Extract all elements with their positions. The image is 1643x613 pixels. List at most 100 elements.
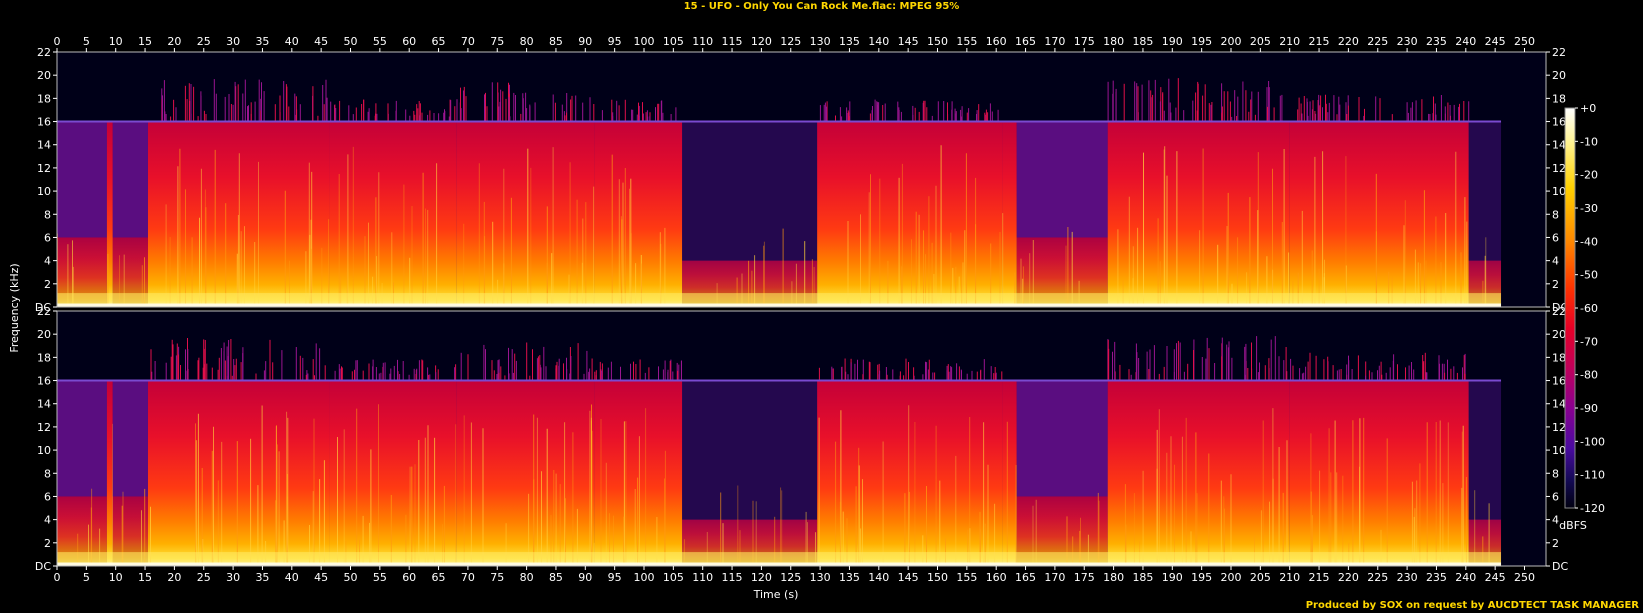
energy-segment <box>456 380 595 566</box>
y-tick-label: 14 <box>1552 139 1566 152</box>
energy-segment <box>1107 380 1290 566</box>
x-tick-label: 225 <box>1367 35 1388 48</box>
y-tick-label: 8 <box>44 467 51 480</box>
x-tick-label: 45 <box>314 35 328 48</box>
x-tick-label: 210 <box>1279 571 1300 584</box>
x-tick-label: 195 <box>1191 571 1212 584</box>
weak-segment-upper <box>1016 380 1108 497</box>
x-tick-label: 200 <box>1221 571 1242 584</box>
x-tick-label: 220 <box>1338 571 1359 584</box>
energy-segment <box>594 121 683 307</box>
colorbar-tick-label: -20 <box>1580 169 1598 182</box>
x-tick-label: 185 <box>1132 35 1153 48</box>
x-tick-label: 240 <box>1455 35 1476 48</box>
x-tick-label: 65 <box>432 35 446 48</box>
x-tick-label: 110 <box>692 35 713 48</box>
energy-segment <box>1289 121 1469 307</box>
y-tick-label: 22 <box>1552 305 1566 318</box>
y-tick-label: 8 <box>1552 208 1559 221</box>
weak-segment-upper <box>682 121 818 261</box>
colorbar-tick-label: -120 <box>1580 502 1605 515</box>
colorbar-tick-label: -60 <box>1580 302 1598 315</box>
x-tick-label: 115 <box>722 571 743 584</box>
y-tick-label: 14 <box>37 398 51 411</box>
x-tick-label: 230 <box>1397 35 1418 48</box>
colorbar-tick-label: +0 <box>1580 102 1596 115</box>
y-tick-label: 20 <box>1552 328 1566 341</box>
energy-segment <box>106 380 113 566</box>
x-tick-label: 30 <box>226 571 240 584</box>
x-tick-label: 245 <box>1485 35 1506 48</box>
x-tick-label: 0 <box>54 571 61 584</box>
y-tick-label: 16 <box>1552 116 1566 129</box>
x-tick-label: 160 <box>986 35 1007 48</box>
x-tick-label: 145 <box>898 571 919 584</box>
y-tick-label: 18 <box>1552 351 1566 364</box>
x-tick-label: 95 <box>608 35 622 48</box>
weak-segment-upper <box>57 380 107 497</box>
y-tick-label: 12 <box>37 162 51 175</box>
x-tick-label: 85 <box>549 571 563 584</box>
x-tick-label: 85 <box>549 35 563 48</box>
y-tick-label: 20 <box>37 69 51 82</box>
y-tick-label: 2 <box>44 278 51 291</box>
x-tick-label: 205 <box>1250 571 1271 584</box>
x-tick-label: 130 <box>810 35 831 48</box>
x-tick-label: 160 <box>986 571 1007 584</box>
y-tick-label: 2 <box>44 537 51 550</box>
x-tick-label: 155 <box>956 571 977 584</box>
x-tick-label: 180 <box>1103 571 1124 584</box>
colorbar-tick-label: -100 <box>1580 435 1605 448</box>
x-tick-label: 20 <box>167 35 181 48</box>
y-tick-label: 18 <box>37 92 51 105</box>
y-tick-label: 10 <box>37 185 51 198</box>
y-tick-label: 6 <box>1552 231 1559 244</box>
colorbar-tick-label: -10 <box>1580 135 1598 148</box>
weak-segment-upper <box>682 380 818 520</box>
x-tick-label: 250 <box>1514 571 1535 584</box>
x-tick-label: 225 <box>1367 571 1388 584</box>
x-tick-label: 170 <box>1044 571 1065 584</box>
energy-segment <box>594 380 683 566</box>
x-tick-label: 165 <box>1015 571 1036 584</box>
y-tick-label: 16 <box>37 375 51 388</box>
x-tick-label: 125 <box>780 571 801 584</box>
y-tick-label: 8 <box>1552 467 1559 480</box>
x-tick-label: 120 <box>751 35 772 48</box>
y-tick-label: 12 <box>1552 162 1566 175</box>
x-tick-label: 90 <box>578 571 592 584</box>
x-tick-label: 40 <box>285 571 299 584</box>
x-tick-label: 25 <box>197 571 211 584</box>
x-tick-label: 115 <box>722 35 743 48</box>
x-axis-label: Time (s) <box>753 588 799 601</box>
y-axis-label: Frequency (kHz) <box>8 263 21 352</box>
colorbar-tick-label: -70 <box>1580 335 1598 348</box>
colorbar-label: dBFS <box>1559 519 1587 532</box>
channel-2-spectrogram <box>56 310 1547 567</box>
channel-1-spectrogram <box>56 51 1547 308</box>
y-tick-label: 10 <box>1552 444 1566 457</box>
energy-segment <box>1002 380 1017 566</box>
x-tick-label: 60 <box>402 571 416 584</box>
x-tick-label: 190 <box>1162 571 1183 584</box>
x-tick-label: 75 <box>490 571 504 584</box>
x-tick-label: 15 <box>138 571 152 584</box>
colorbar-tick-label: -90 <box>1580 402 1598 415</box>
y-tick-label: DC <box>1552 560 1568 573</box>
colorbar-tick-label: -110 <box>1580 469 1605 482</box>
y-tick-label: 4 <box>44 255 51 268</box>
y-tick-label: 16 <box>1552 375 1566 388</box>
x-tick-label: 90 <box>578 35 592 48</box>
x-tick-label: 10 <box>109 35 123 48</box>
x-tick-label: 0 <box>54 35 61 48</box>
x-tick-label: 70 <box>461 35 475 48</box>
x-tick-label: 140 <box>868 35 889 48</box>
x-tick-label: 105 <box>663 571 684 584</box>
x-tick-label: 45 <box>314 571 328 584</box>
weak-segment-upper <box>1468 121 1502 261</box>
x-tick-label: 140 <box>868 571 889 584</box>
x-tick-label: 120 <box>751 571 772 584</box>
colorbar-tick-label: -80 <box>1580 369 1598 382</box>
weak-segment-upper <box>57 121 107 238</box>
x-tick-label: 135 <box>839 571 860 584</box>
